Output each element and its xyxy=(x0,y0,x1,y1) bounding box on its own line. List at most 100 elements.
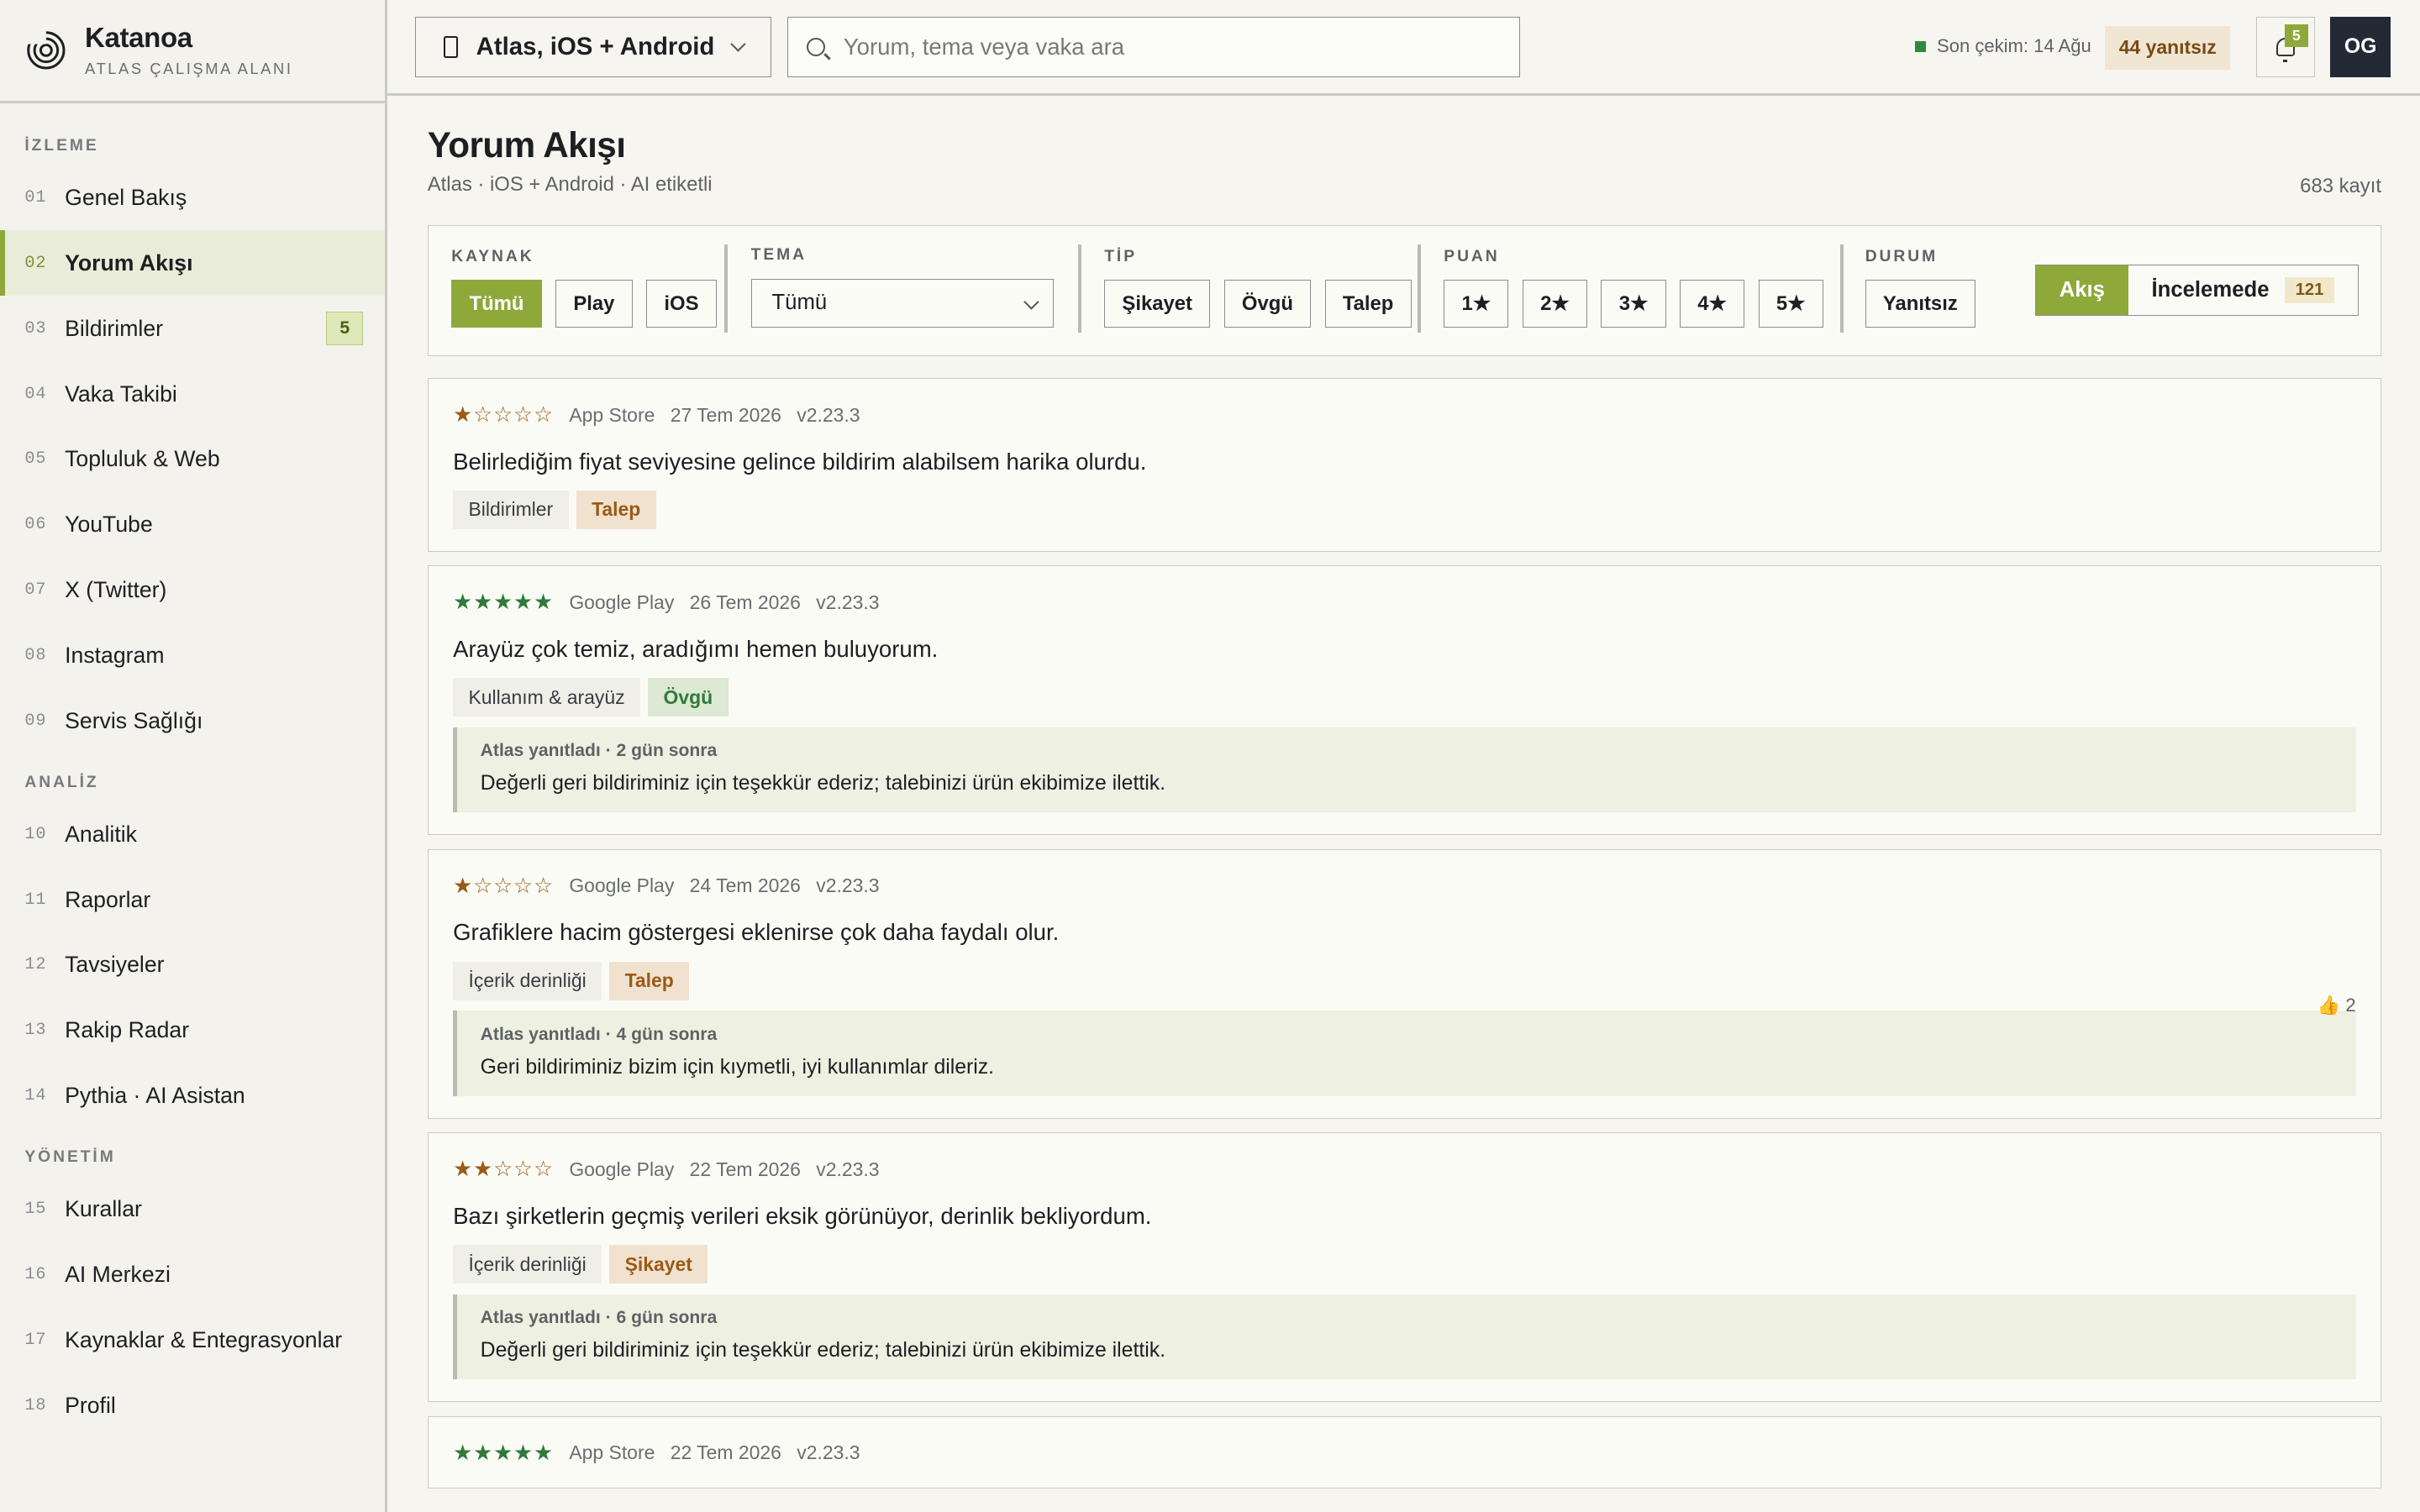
nav-item-label: Bildirimler xyxy=(65,315,163,341)
sidebar-item-analitik[interactable]: 10 Analitik xyxy=(0,801,385,867)
sidebar-item-yorum-akışı[interactable]: 02 Yorum Akışı xyxy=(0,230,385,297)
rating-stars: ★☆☆☆☆ xyxy=(453,402,554,428)
star-filled-icon: ★ xyxy=(473,591,494,615)
sidebar: Katanoa ATLAS ÇALIŞMA ALANI İZLEME 01 Gene… xyxy=(0,0,387,1512)
nav-item-label: Kaynaklar & Entegrasyonlar xyxy=(65,1326,343,1352)
sidebar-item-bildirimler[interactable]: 03 Bildirimler 5 xyxy=(0,296,385,361)
notifications-button[interactable]: 5 xyxy=(2256,17,2316,77)
divider xyxy=(1078,244,1081,333)
review-date: 27 Tem 2026 xyxy=(670,403,781,426)
source-filter-buttons: Tümü Play iOS xyxy=(451,280,717,328)
sidebar-item-instagram[interactable]: 08 Instagram xyxy=(0,623,385,689)
review-card[interactable]: ★☆☆☆☆ Google Play 24 Tem 2026 v2.23.3 Grafik… xyxy=(427,848,2381,1119)
review-card[interactable]: ★★☆☆☆ Google Play 22 Tem 2026 v2.23.3 Bazı ş… xyxy=(427,1132,2381,1403)
main-area: Atlas, iOS + Android Son çekim: 14 Ağu 4… xyxy=(387,0,2420,1512)
sidebar-item-ai-merkezi[interactable]: 16 AI Merkezi xyxy=(0,1242,385,1307)
review-count-badge: 121 xyxy=(2284,277,2335,303)
review-card[interactable]: ★☆☆☆☆ App Store 27 Tem 2026 v2.23.3 Belirled… xyxy=(427,377,2381,552)
view-toggle: Akış İncelemede 121 xyxy=(2034,265,2360,316)
status-filter-option[interactable]: Yanıtsız xyxy=(1865,280,1975,328)
sidebar-item-rakip-radar[interactable]: 13 Rakip Radar xyxy=(0,998,385,1063)
type-filter-option[interactable]: Şikayet xyxy=(1104,280,1211,328)
nav-item-number: 18 xyxy=(24,1395,47,1415)
type-tag[interactable]: Talep xyxy=(576,490,656,529)
source-filter-option[interactable]: Tümü xyxy=(451,280,542,328)
sidebar-item-genel-bakış[interactable]: 01 Genel Bakış xyxy=(0,165,385,230)
brand-name: Katanoa xyxy=(85,23,192,55)
star-filled-icon: ★ xyxy=(473,1441,494,1465)
filter-source: KAYNAK Tümü Play iOS xyxy=(451,248,717,328)
source-filter-option[interactable]: Play xyxy=(555,280,633,328)
sidebar-item-vaka-takibi[interactable]: 04 Vaka Takibi xyxy=(0,361,385,427)
rating-filter-option[interactable]: 2★ xyxy=(1522,280,1587,328)
rating-filter-option[interactable]: 1★ xyxy=(1444,280,1509,328)
nav-item-number: 09 xyxy=(24,711,47,731)
nav-item-number: 04 xyxy=(24,384,47,404)
review-card[interactable]: ★★★★★ Google Play 26 Tem 2026 v2.23.3 Arayüz… xyxy=(427,565,2381,836)
workspace-select[interactable]: Atlas, iOS + Android xyxy=(415,17,772,77)
search-box xyxy=(786,17,1521,77)
review-source: App Store xyxy=(569,403,655,426)
theme-tag[interactable]: Bildirimler xyxy=(453,490,569,529)
star-filled-icon: ★ xyxy=(453,403,474,428)
reply-text: Değerli geri bildiriminiz için teşekkür … xyxy=(480,772,1166,795)
star-empty-icon: ☆ xyxy=(513,1158,534,1182)
nav-item-label: Tavsiyeler xyxy=(65,952,165,978)
user-avatar[interactable]: OG xyxy=(2330,17,2391,77)
review-source: Google Play xyxy=(569,874,675,897)
review-list: ★☆☆☆☆ App Store 27 Tem 2026 v2.23.3 Belirled… xyxy=(427,377,2381,1503)
sidebar-item-pythia-ai-asistan[interactable]: 14 Pythia · AI Asistan xyxy=(0,1063,385,1129)
type-tag[interactable]: Şikayet xyxy=(609,1245,708,1284)
type-tag[interactable]: Talep xyxy=(609,961,690,1000)
reply-box: Atlas yanıtladı · 2 gün sonra Değerli ger… xyxy=(453,727,2356,813)
nav-item-label: Vaka Takibi xyxy=(65,381,177,407)
review-tags: İçerik derinliği Talep xyxy=(453,961,2356,1000)
sidebar-item-profil[interactable]: 18 Profil xyxy=(0,1373,385,1438)
review-meta: ★★★★★ Google Play 26 Tem 2026 v2.23.3 xyxy=(453,590,2356,616)
topbar: Atlas, iOS + Android Son çekim: 14 Ağu 4… xyxy=(387,0,2420,96)
sidebar-item-youtube[interactable]: 06 YouTube xyxy=(0,492,385,558)
unanswered-badge[interactable]: 44 yanıtsız xyxy=(2105,26,2231,70)
theme-tag[interactable]: İçerik derinliği xyxy=(453,961,602,1000)
sidebar-item-servis-sağlığı[interactable]: 09 Servis Sağlığı xyxy=(0,688,385,753)
brand[interactable]: Katanoa ATLAS ÇALIŞMA ALANI xyxy=(0,0,385,104)
star-empty-icon: ☆ xyxy=(513,403,534,428)
search-input[interactable] xyxy=(843,34,1461,61)
sidebar-item-topluluk-web[interactable]: 05 Topluluk & Web xyxy=(0,427,385,492)
star-empty-icon: ☆ xyxy=(513,874,534,898)
view-flow-button[interactable]: Akış xyxy=(2035,265,2128,315)
star-filled-icon: ★ xyxy=(493,591,514,615)
notification-count-badge: 5 xyxy=(2285,24,2308,48)
source-filter-option[interactable]: iOS xyxy=(646,280,717,328)
rating-filter-option[interactable]: 5★ xyxy=(1758,280,1823,328)
theme-tag[interactable]: İçerik derinliği xyxy=(453,1245,602,1284)
filter-type-label: TİP xyxy=(1104,247,1138,265)
star-empty-icon: ☆ xyxy=(534,874,554,898)
sidebar-item-kaynaklar-entegrasyonlar[interactable]: 17 Kaynaklar & Entegrasyonlar xyxy=(0,1307,385,1373)
type-tag[interactable]: Övgü xyxy=(648,678,729,717)
status-filter-buttons: Yanıtsız xyxy=(1865,280,1975,328)
theme-select[interactable]: Tümü xyxy=(750,278,1054,328)
nav-section-title: İZLEME xyxy=(24,137,99,155)
sidebar-item-tavsiyeler[interactable]: 12 Tavsiyeler xyxy=(0,932,385,998)
view-review-button[interactable]: İncelemede 121 xyxy=(2128,265,2359,315)
sidebar-item-kurallar[interactable]: 15 Kurallar xyxy=(0,1177,385,1242)
sidebar-item-x-twitter-[interactable]: 07 X (Twitter) xyxy=(0,558,385,623)
review-tags: İçerik derinliği Şikayet xyxy=(453,1245,2356,1284)
reply-text: Değerli geri bildiriminiz için teşekkür … xyxy=(480,1339,1166,1362)
nav-item-number: 03 xyxy=(24,318,47,339)
rating-filter-option[interactable]: 4★ xyxy=(1680,280,1745,328)
sidebar-item-raporlar[interactable]: 11 Raporlar xyxy=(0,867,385,932)
nav-item-number: 08 xyxy=(24,646,47,666)
nav-item-label: Yorum Akışı xyxy=(65,249,193,276)
theme-tag[interactable]: Kullanım & arayüz xyxy=(453,678,640,717)
type-filter-option[interactable]: Övgü xyxy=(1223,280,1312,328)
type-filter-option[interactable]: Talep xyxy=(1324,280,1412,328)
review-card[interactable]: ★★★★★ App Store 22 Tem 2026 v2.23.3 xyxy=(427,1415,2381,1489)
rating-filter-option[interactable]: 3★ xyxy=(1601,280,1666,328)
nav-item-number: 13 xyxy=(24,1021,47,1041)
nav-item-number: 15 xyxy=(24,1199,47,1219)
review-text: Belirlediğim fiyat seviyesine gelince bi… xyxy=(453,448,1147,475)
star-filled-icon: ★ xyxy=(513,1441,534,1465)
review-text: Arayüz çok temiz, aradığımı hemen buluyo… xyxy=(453,635,939,662)
